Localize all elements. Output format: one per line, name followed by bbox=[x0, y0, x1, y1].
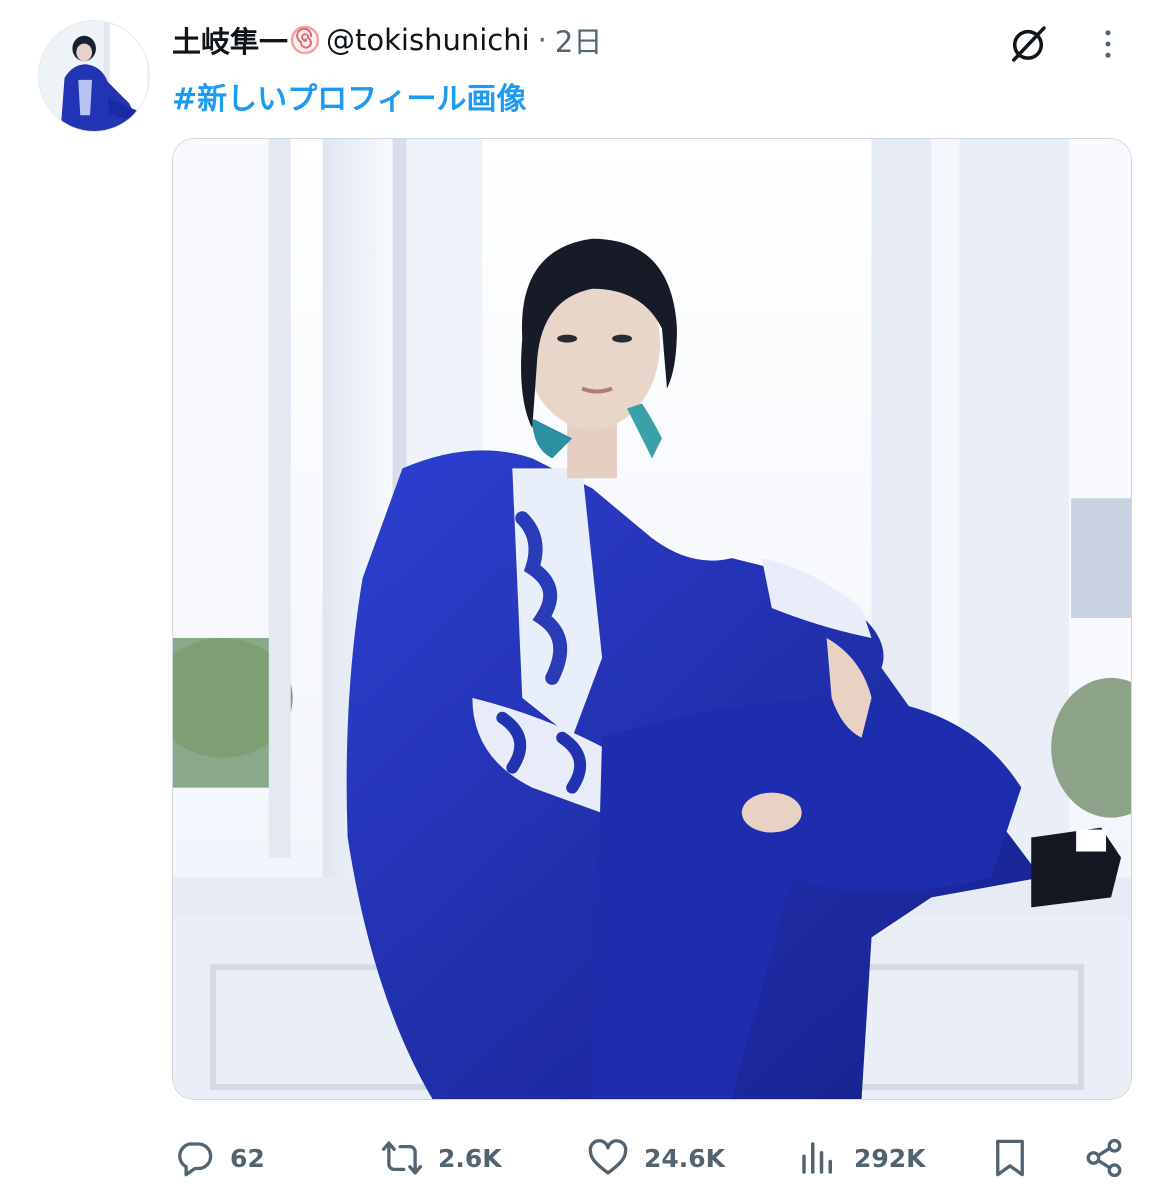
tweet[interactable]: 土岐隼一 @tokishunichi · 2日 #新しいプロフィール画像 62 … bbox=[0, 0, 1167, 1200]
separator-dot: · bbox=[537, 23, 547, 57]
bookmark-button[interactable] bbox=[986, 1128, 1034, 1188]
naruto-emoji-icon bbox=[290, 25, 320, 55]
user-handle[interactable]: @tokishunichi bbox=[326, 23, 530, 57]
bookmark-icon bbox=[986, 1134, 1034, 1182]
views-count: 292K bbox=[854, 1143, 926, 1173]
retweet-count: 2.6K bbox=[438, 1143, 502, 1173]
reply-count: 62 bbox=[230, 1143, 265, 1173]
grok-icon bbox=[1012, 26, 1046, 62]
like-count: 24.6K bbox=[644, 1143, 726, 1173]
like-button[interactable]: 24.6K bbox=[584, 1128, 725, 1188]
hashtag-link[interactable]: #新しいプロフィール画像 bbox=[172, 74, 527, 118]
reply-icon bbox=[170, 1134, 218, 1182]
avatar-image bbox=[39, 21, 149, 131]
retweet-icon bbox=[378, 1134, 426, 1182]
share-button[interactable] bbox=[1080, 1128, 1128, 1188]
tweet-photo[interactable] bbox=[172, 138, 1132, 1100]
views-button[interactable]: 292K bbox=[794, 1128, 926, 1188]
retweet-button[interactable]: 2.6K bbox=[378, 1128, 502, 1188]
display-name[interactable]: 土岐隼一 bbox=[172, 19, 288, 61]
avatar[interactable] bbox=[38, 20, 150, 132]
grok-button[interactable] bbox=[1000, 18, 1056, 70]
more-options-button[interactable] bbox=[1088, 18, 1128, 70]
reply-button[interactable]: 62 bbox=[170, 1128, 265, 1188]
heart-icon bbox=[584, 1134, 632, 1182]
timestamp[interactable]: 2日 bbox=[555, 19, 602, 61]
more-vertical-icon bbox=[1105, 30, 1111, 58]
action-bar: 62 2.6K 24.6K 292K bbox=[0, 1128, 1167, 1188]
share-icon bbox=[1080, 1134, 1128, 1182]
tweet-header: 土岐隼一 @tokishunichi · 2日 bbox=[172, 20, 602, 60]
photo-image bbox=[173, 139, 1131, 1099]
views-chart-icon bbox=[794, 1134, 842, 1182]
